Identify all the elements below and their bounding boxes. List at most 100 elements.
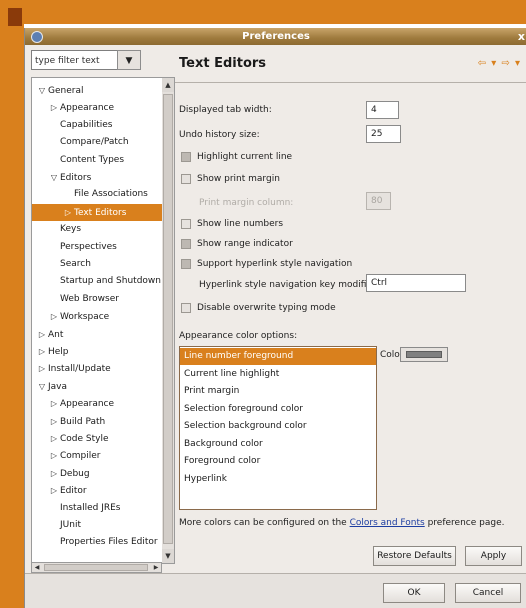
tree-item-label: Appearance xyxy=(60,399,115,410)
expand-icon[interactable]: ▷ xyxy=(36,360,48,377)
color-option-item[interactable]: Current line highlight xyxy=(180,366,376,383)
expand-icon[interactable]: ▷ xyxy=(48,430,60,447)
checkbox-icon xyxy=(181,238,191,249)
show-range-indicator-checkbox[interactable]: Show range indicator xyxy=(181,237,293,251)
window-title: Preferences xyxy=(242,31,310,42)
dialog-button-bar: OK Cancel xyxy=(25,574,526,608)
restore-defaults-button[interactable]: Restore Defaults xyxy=(373,546,456,566)
tree-item[interactable]: Startup and Shutdown xyxy=(48,273,161,290)
expand-icon[interactable]: ▷ xyxy=(36,326,48,343)
tree-item[interactable]: ▷ Build Path xyxy=(48,413,105,430)
tree-item-label: Web Browser xyxy=(60,293,119,304)
tree-item[interactable]: Keys xyxy=(48,221,81,238)
ok-button[interactable]: OK xyxy=(383,583,445,603)
more-colors-text: More colors can be configured on the Col… xyxy=(179,518,504,528)
tree-item[interactable]: ▷ Text Editors xyxy=(32,203,163,221)
scrollbar-thumb[interactable] xyxy=(44,564,148,571)
tree-item[interactable]: ▷ Appearance xyxy=(48,395,114,412)
checkbox-label: Show print margin xyxy=(197,174,280,184)
collapse-icon[interactable]: ▽ xyxy=(36,378,48,395)
tree-item[interactable]: Compare/Patch xyxy=(48,134,129,151)
tree-item[interactable]: ▷ Debug xyxy=(48,465,90,482)
close-icon[interactable]: x xyxy=(518,28,525,45)
tree-item[interactable]: JUnit xyxy=(48,517,81,534)
app-icon xyxy=(31,31,43,43)
tree-item[interactable]: ▷ Appearance xyxy=(48,99,114,116)
expand-icon[interactable]: ▷ xyxy=(62,204,74,221)
color-option-item[interactable]: Line number foreground xyxy=(180,348,376,365)
tree-item[interactable]: Search xyxy=(48,256,91,273)
disable-overwrite-checkbox[interactable]: Disable overwrite typing mode xyxy=(181,301,336,315)
expand-icon[interactable]: ▷ xyxy=(48,395,60,412)
color-option-item[interactable]: Foreground color xyxy=(180,453,376,470)
tree-item[interactable]: Content Types xyxy=(48,152,124,169)
color-option-item[interactable]: Background color xyxy=(180,436,376,453)
tree-item[interactable]: ▷ Help xyxy=(36,343,69,360)
expand-icon[interactable]: ▷ xyxy=(48,447,60,464)
page-title: Text Editors xyxy=(179,56,267,71)
tree-item[interactable]: ▽ General xyxy=(36,82,84,99)
scroll-left-icon[interactable]: ◀ xyxy=(32,563,42,572)
tree-item[interactable]: Capabilities xyxy=(48,117,113,134)
collapse-icon[interactable]: ▽ xyxy=(36,82,48,99)
hyperlink-modifier-label: Hyperlink style navigation key modifier: xyxy=(199,280,379,290)
color-option-item[interactable]: Selection background color xyxy=(180,418,376,435)
expand-icon[interactable]: ▷ xyxy=(48,482,60,499)
hyperlink-modifier-input[interactable]: Ctrl xyxy=(366,274,466,292)
scrollbar-thumb[interactable] xyxy=(163,94,173,544)
show-print-margin-checkbox[interactable]: Show print margin xyxy=(181,172,280,186)
color-picker-button[interactable] xyxy=(400,347,448,362)
tree-item[interactable]: Installed JREs xyxy=(48,500,121,517)
tree-horizontal-scrollbar[interactable]: ◀ ▶ xyxy=(31,562,162,573)
tree-item[interactable]: ▷ Compiler xyxy=(48,447,101,464)
undo-history-label: Undo history size: xyxy=(179,130,260,140)
tree-item[interactable]: File Associations xyxy=(62,186,148,203)
hyperlink-navigation-checkbox[interactable]: Support hyperlink style navigation xyxy=(181,257,352,271)
apply-button[interactable]: Apply xyxy=(465,546,522,566)
title-bar[interactable]: Preferences x xyxy=(25,28,526,45)
tree-item-label: Capabilities xyxy=(60,119,113,130)
tree-vertical-scrollbar[interactable]: ▲ ▼ xyxy=(162,77,175,564)
tree-item[interactable]: ▷ Install/Update xyxy=(36,360,111,377)
tree-item[interactable]: Web Browser xyxy=(48,291,119,308)
desktop-decoration xyxy=(8,8,22,26)
colors-and-fonts-link[interactable]: Colors and Fonts xyxy=(350,518,425,528)
color-option-item[interactable]: Selection foreground color xyxy=(180,401,376,418)
expand-icon[interactable]: ▷ xyxy=(48,413,60,430)
filter-dropdown-button[interactable]: ▼ xyxy=(117,50,141,70)
tree-item[interactable]: ▽ Editors xyxy=(48,169,91,186)
preferences-dialog: Preferences x type filter text ▼ ▽ Genera… xyxy=(24,28,526,608)
scroll-down-icon[interactable]: ▼ xyxy=(162,549,174,563)
highlight-current-line-checkbox[interactable]: Highlight current line xyxy=(181,150,292,164)
color-option-item[interactable]: Hyperlink xyxy=(180,471,376,488)
tree-item[interactable]: ▷ Workspace xyxy=(48,308,109,325)
tree-item-label: Installed JREs xyxy=(60,502,121,513)
history-nav-icon[interactable]: ⇦ ▾ ⇨ ▾ xyxy=(478,58,521,69)
tree-item[interactable]: Properties Files Editor xyxy=(48,534,158,551)
expand-icon[interactable]: ▷ xyxy=(48,99,60,116)
checkbox-label: Show line numbers xyxy=(197,219,284,229)
undo-history-input[interactable]: 25 xyxy=(366,125,401,143)
tab-width-input[interactable]: 4 xyxy=(366,101,399,119)
cancel-button[interactable]: Cancel xyxy=(455,583,521,603)
tab-width-label: Displayed tab width: xyxy=(179,105,272,115)
expand-icon[interactable]: ▷ xyxy=(36,343,48,360)
color-options-list[interactable]: Line number foreground Current line highl… xyxy=(179,346,377,510)
print-margin-input: 80 xyxy=(366,192,391,210)
tree-item[interactable]: ▷ Ant xyxy=(36,326,63,343)
expand-icon[interactable]: ▷ xyxy=(48,308,60,325)
tree-item[interactable]: ▷ Code Style xyxy=(48,430,109,447)
scroll-up-icon[interactable]: ▲ xyxy=(162,78,174,92)
tree-item-label: JUnit xyxy=(60,520,81,530)
expand-icon[interactable]: ▷ xyxy=(48,465,60,482)
scroll-right-icon[interactable]: ▶ xyxy=(151,563,161,572)
desktop-background-top xyxy=(0,0,526,24)
collapse-icon[interactable]: ▽ xyxy=(48,169,60,186)
tree-item-label: Properties Files Editor xyxy=(60,537,158,548)
tree-item[interactable]: Perspectives xyxy=(48,239,117,256)
color-option-item[interactable]: Print margin xyxy=(180,383,376,400)
tree-item[interactable]: ▷ Editor xyxy=(48,482,87,499)
tree-item[interactable]: ▽ Java xyxy=(36,378,67,395)
show-line-numbers-checkbox[interactable]: Show line numbers xyxy=(181,217,283,231)
tree-item-label: Java xyxy=(48,381,68,392)
